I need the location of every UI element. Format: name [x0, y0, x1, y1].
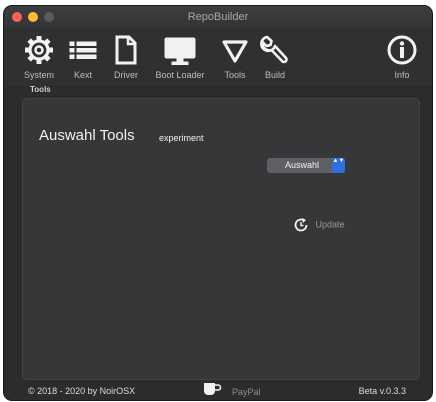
document-icon: [108, 34, 144, 68]
update-label: Update: [315, 219, 345, 230]
monitor-icon: [150, 34, 210, 68]
update-button[interactable]: Update: [293, 217, 345, 233]
tools-panel: Auswahl Tools experiment Auswahl ▲▼ Upda…: [22, 98, 420, 380]
update-clock-icon: [294, 218, 308, 232]
info-icon: [384, 34, 420, 68]
panel-subtitle: experiment: [159, 133, 204, 143]
toolbar-item-driver[interactable]: Driver: [108, 34, 144, 80]
toolbar-item-system[interactable]: System: [18, 34, 60, 80]
close-window-button[interactable]: [12, 12, 22, 22]
triangle-icon: [218, 34, 252, 68]
wrench-icon: [258, 34, 292, 68]
toolbar-item-kext[interactable]: Kext: [66, 34, 100, 80]
toolbar: System Kext Driver Boot Loader Tools Bui…: [4, 28, 432, 86]
gear-icon: [18, 34, 60, 68]
toolbar-item-tools[interactable]: Tools: [218, 34, 252, 80]
tab-caption: Tools: [30, 85, 51, 94]
list-icon: [66, 34, 100, 68]
toolbar-item-info[interactable]: Info: [384, 34, 420, 80]
version-text: Beta v.0.3.3: [358, 386, 406, 396]
title-bar: RepoBuilder: [4, 6, 432, 28]
window-title: RepoBuilder: [187, 11, 249, 23]
select-arrows-icon: ▲▼: [332, 158, 345, 173]
coffee-cup-icon[interactable]: [202, 380, 222, 400]
copyright-text: © 2018 - 2020 by NoirOSX: [28, 386, 136, 396]
minimize-window-button[interactable]: [28, 12, 38, 22]
zoom-window-button[interactable]: [44, 12, 54, 22]
paypal-link[interactable]: PayPal: [232, 387, 261, 397]
select-value: Auswahl: [285, 160, 320, 170]
panel-title: Auswahl Tools: [39, 127, 135, 144]
auswahl-select[interactable]: Auswahl ▲▼: [267, 158, 345, 173]
app-window: RepoBuilder System Kext Driver Boot Load…: [4, 6, 432, 400]
footer: © 2018 - 2020 by NoirOSX PayPal Beta v.0…: [4, 382, 432, 400]
toolbar-item-build[interactable]: Build: [258, 34, 292, 80]
toolbar-item-boot-loader[interactable]: Boot Loader: [150, 34, 210, 80]
